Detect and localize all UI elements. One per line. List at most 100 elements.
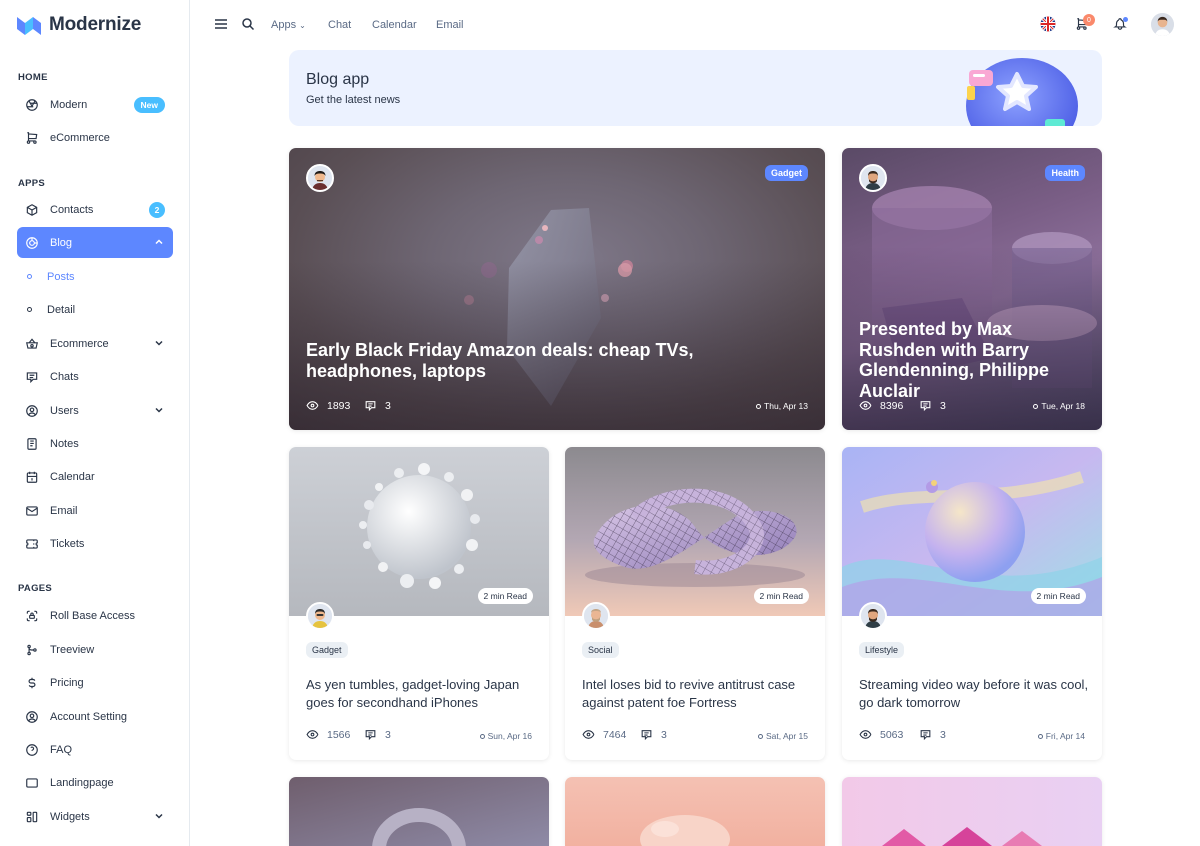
header-link-calendar[interactable]: Calendar [372,19,417,31]
post-title[interactable]: Streaming video way before it was cool, … [859,676,1089,712]
sidebar-item-label: Pricing [50,676,84,689]
sidebar-item-contacts[interactable]: Contacts 2 [17,194,173,225]
notification-dot [1123,17,1128,22]
featured-post-card[interactable]: Health Presented by Max Rushden with Bar… [842,148,1102,430]
post-title[interactable]: Intel loses bid to revive antitrust case… [582,676,812,712]
section-home: HOME [18,72,48,83]
circle-icon [1037,733,1043,739]
message-icon [25,370,39,384]
sidebar-item-detail[interactable]: Detail [17,294,173,325]
box-icon [25,203,39,217]
sidebar-item-landingpage[interactable]: Landingpage [17,767,173,798]
currency-dollar-icon [25,676,39,690]
sidebar-item-label: Email [50,504,78,517]
author-avatar[interactable] [859,164,887,192]
author-avatar-icon [308,166,332,190]
post-date: Sat, Apr 15 [757,731,808,741]
author-avatar[interactable] [306,602,334,630]
count-badge: 2 [149,202,165,218]
sidebar-item-label: Ecommerce [50,337,109,350]
sidebar-item-notes[interactable]: Notes [17,428,173,459]
post-card[interactable]: 2 min Read Gadget As yen tumbles, gadget… [289,447,549,760]
sidebar-item-email[interactable]: Email [17,495,173,526]
sidebar-item-label: Blog [50,236,73,249]
post-card[interactable]: 2 min Read Social Intel loses bid to rev… [565,447,825,760]
sidebar-item-modern[interactable]: Modern New [17,89,173,120]
sidebar-item-label: Treeview [50,643,95,656]
sidebar-item-label: Posts [47,270,75,283]
ticket-icon [25,537,39,551]
category-badge: Social [582,642,619,658]
header-link-apps[interactable]: Apps ⌄ [271,19,306,31]
lock-access-icon [25,609,39,623]
cart-button[interactable]: 0 [1075,14,1095,31]
sidebar-item-roll-base-access[interactable]: Roll Base Access [17,600,173,631]
post-cover-image [289,777,549,846]
basket-icon [25,337,39,351]
author-avatar[interactable] [859,602,887,630]
read-time-badge: 2 min Read [753,588,809,604]
comments-count: 3 [919,399,946,412]
header-link-email[interactable]: Email [436,19,464,31]
sidebar-item-label: Tickets [50,537,85,550]
post-card[interactable] [842,777,1102,846]
chevron-up-icon [155,239,163,245]
sidebar-item-tickets[interactable]: Tickets [17,528,173,559]
author-avatar-icon [584,604,608,628]
sidebar-item-label: Widgets [50,810,90,823]
page-banner: Blog app Get the latest news [289,50,1102,126]
search-icon[interactable] [241,17,255,31]
user-avatar[interactable] [1151,13,1174,36]
post-card[interactable] [289,777,549,846]
sidebar-item-label: Account Setting [50,710,128,723]
post-title[interactable]: As yen tumbles, gadget-loving Japan goes… [306,676,536,712]
star-illustration [966,58,1078,126]
author-avatar[interactable] [582,602,610,630]
layout-icon [25,810,39,824]
user-circle-icon [25,404,39,418]
sidebar-item-blog[interactable]: Blog [17,227,173,258]
app-logo[interactable]: Modernize [17,14,141,36]
sidebar-item-widgets[interactable]: Widgets [17,801,173,832]
chevron-down-icon [155,407,163,413]
author-avatar[interactable] [306,164,334,192]
message-icon [641,730,652,741]
sidebar-item-label: Chats [50,370,79,383]
sidebar-item-posts[interactable]: Posts [17,261,173,292]
app-name: Modernize [49,14,142,35]
notifications-button[interactable] [1113,17,1128,31]
sidebar-item-treeview[interactable]: Treeview [17,634,173,665]
post-card[interactable] [565,777,825,846]
date-value: Thu, Apr 13 [764,401,808,411]
help-icon [25,743,39,757]
menu-icon[interactable] [214,17,228,31]
header-link-chat[interactable]: Chat [328,19,351,31]
calendar-icon [25,470,39,484]
sidebar-item-pricing[interactable]: Pricing [17,667,173,698]
language-selector[interactable] [1040,16,1056,37]
post-date: Sun, Apr 16 [479,731,532,741]
sidebar-item-users[interactable]: Users [17,395,173,426]
aperture-icon [25,98,39,112]
sidebar-item-ecommerce-app[interactable]: Ecommerce [17,328,173,359]
sidebar-item-calendar[interactable]: Calendar [17,461,173,492]
views-count: 8396 [859,399,903,412]
sidebar-item-account-setting[interactable]: Account Setting [17,701,173,732]
views-count: 7464 [582,728,626,741]
post-title[interactable]: Presented by Max Rushden with Barry Glen… [859,319,1089,401]
post-card[interactable]: 2 min Read Lifestyle Streaming video way… [842,447,1102,760]
sidebar-item-label: FAQ [50,743,73,756]
post-cover-image [842,777,1102,846]
section-apps: APPS [18,178,46,189]
featured-post-card[interactable]: Gadget Early Black Friday Amazon deals: … [289,148,825,430]
chevron-down-icon [155,340,163,346]
cart-count-badge: 0 [1083,14,1095,26]
sidebar-item-chats[interactable]: Chats [17,361,173,392]
post-date: Tue, Apr 18 [1033,401,1085,411]
sidebar-item-ecommerce[interactable]: eCommerce [17,122,173,153]
views-value: 1893 [327,399,351,412]
post-title[interactable]: Early Black Friday Amazon deals: cheap T… [306,340,806,381]
author-avatar-icon [861,604,885,628]
circle-icon [27,307,32,312]
sidebar-item-faq[interactable]: FAQ [17,734,173,765]
